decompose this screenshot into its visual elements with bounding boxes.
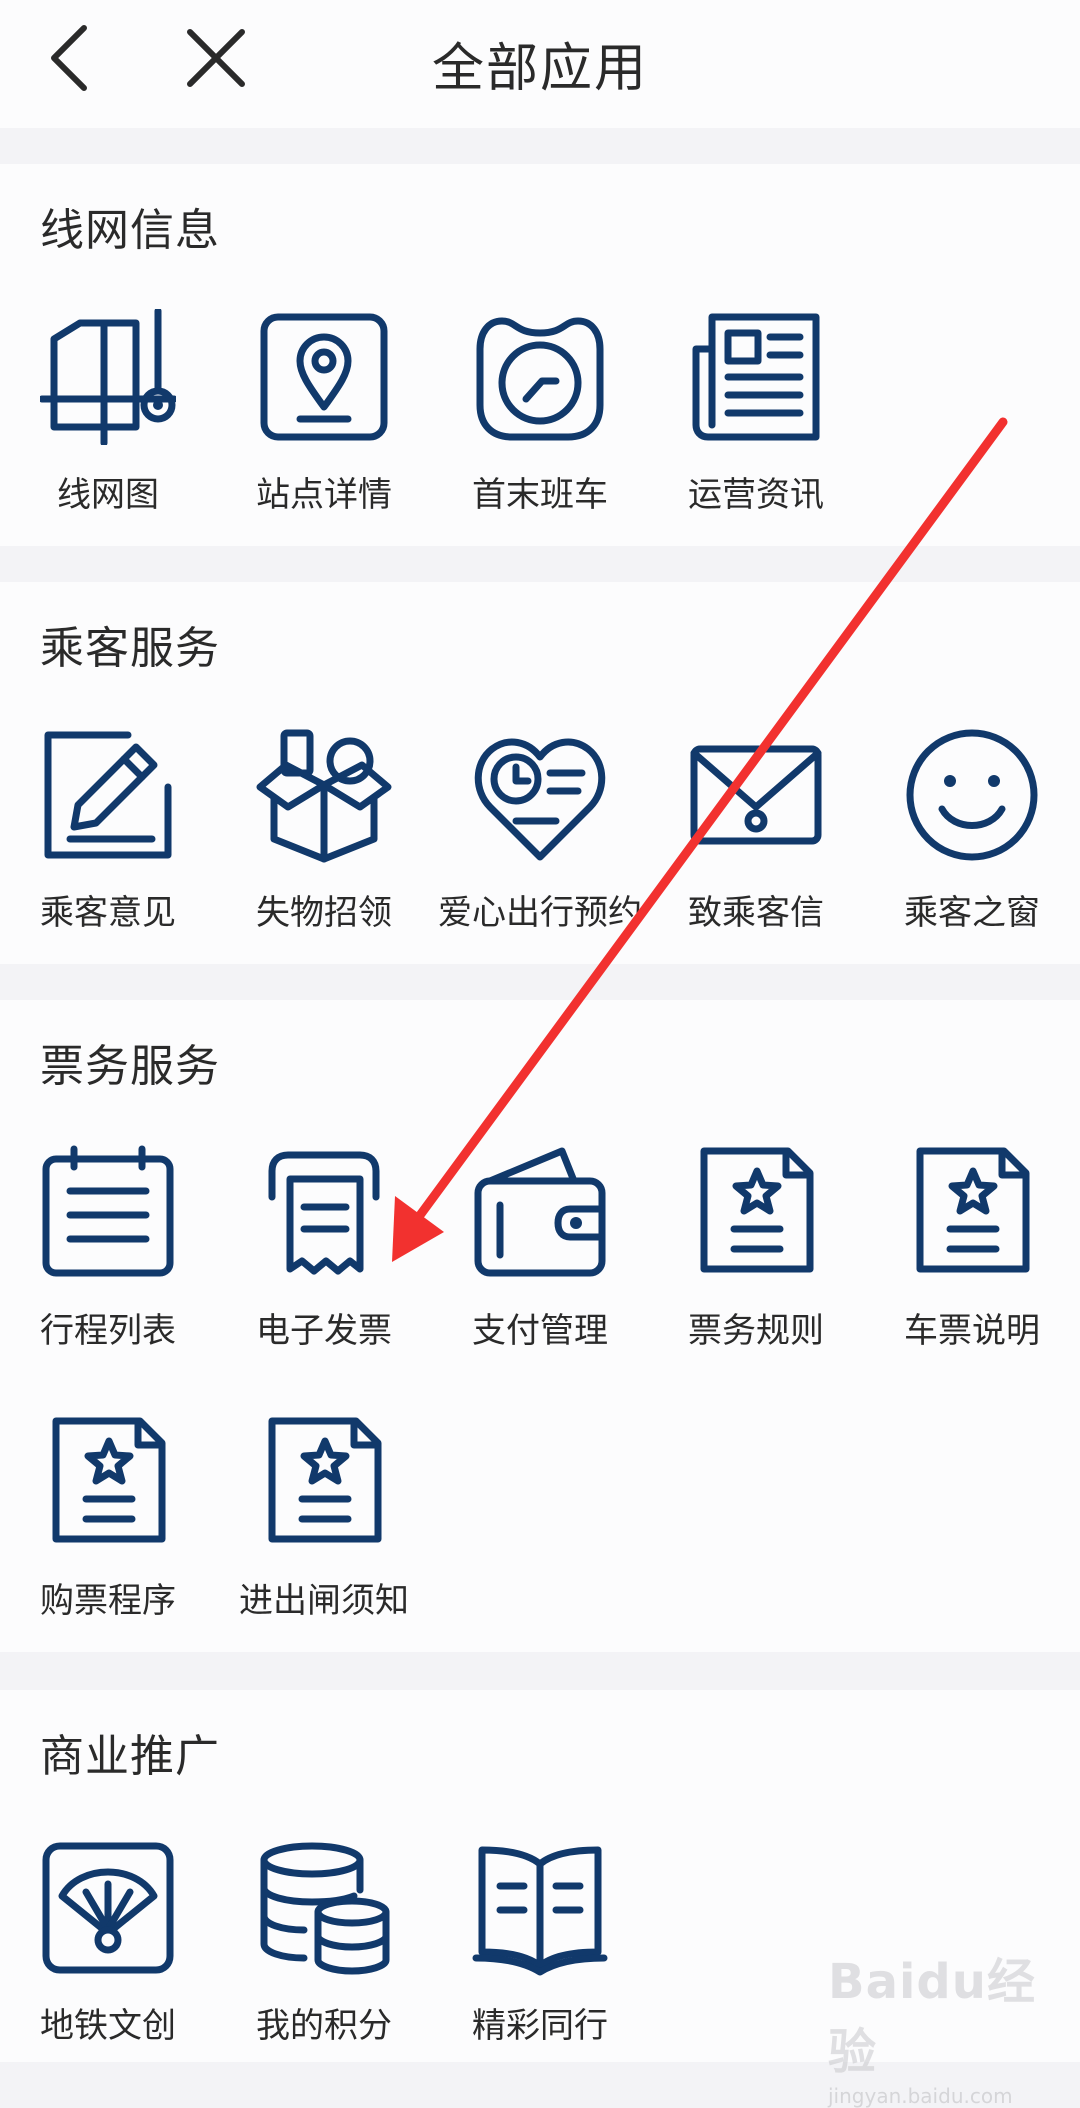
star-document-icon: [268, 1417, 382, 1543]
app-label: 线网图: [57, 475, 159, 515]
app-ticket-instructions[interactable]: 车票说明: [864, 1145, 1080, 1375]
app-purchase-procedure[interactable]: 购票程序: [0, 1415, 216, 1645]
calendar-list-icon: [42, 1145, 174, 1277]
app-label: 车票说明: [904, 1311, 1040, 1351]
app-first-last-train[interactable]: 首末班车: [432, 309, 648, 539]
app-label: 爱心出行预约: [438, 893, 642, 933]
watermark-url: jingyan.baidu.com: [828, 2084, 1013, 2108]
section-ticket-service: 票务服务 行程列表 电子发票 支付管理 票务规则 车票说明 购票程序 进出闸须知: [0, 1000, 1080, 1652]
app-label: 乘客之窗: [904, 893, 1040, 933]
top-bar: 全部应用: [0, 0, 1080, 128]
watermark-logo-text: Baidu经验: [828, 1954, 1036, 2080]
heart-clock-icon: [474, 738, 606, 861]
network-map-icon: [40, 309, 176, 445]
watermark: Baidu经验 jingyan.baidu.com: [828, 1942, 1068, 2108]
app-gate-notice[interactable]: 进出闸须知: [216, 1415, 432, 1645]
section-network-info: 线网信息 线网图 站点详情 首末班车 运营资讯: [0, 164, 1080, 546]
app-label: 运营资讯: [688, 475, 824, 515]
app-label: 失物招领: [256, 893, 392, 933]
smiley-icon: [906, 729, 1038, 861]
star-document-icon: [700, 1147, 814, 1273]
fan-icon: [42, 1842, 174, 1974]
app-label: 地铁文创: [40, 2006, 176, 2046]
app-operation-news[interactable]: 运营资讯: [648, 309, 864, 539]
edit-icon: [44, 731, 172, 859]
section-passenger-service: 乘客服务 乘客意见 失物招领 爱心出行预约 致乘客信 乘客之窗: [0, 582, 1080, 964]
app-label: 我的积分: [256, 2006, 392, 2046]
receipt-icon: [268, 1151, 380, 1275]
section-title: 乘客服务: [40, 623, 220, 674]
star-document-icon: [916, 1147, 1030, 1273]
app-e-invoice[interactable]: 电子发票: [216, 1145, 432, 1375]
section-title: 线网信息: [40, 205, 220, 256]
app-payment-management[interactable]: 支付管理: [432, 1145, 648, 1375]
app-label: 站点详情: [256, 475, 392, 515]
app-letter-to-passengers[interactable]: 致乘客信: [648, 727, 864, 957]
section-title: 商业推广: [40, 1731, 220, 1782]
clock-icon: [476, 317, 604, 441]
section-title: 票务服务: [40, 1041, 220, 1092]
app-label: 精彩同行: [472, 2006, 608, 2046]
station-pin-icon: [260, 313, 388, 441]
app-ticket-rules[interactable]: 票务规则: [648, 1145, 864, 1375]
app-label: 致乘客信: [688, 893, 824, 933]
newspaper-icon: [692, 313, 820, 441]
app-label: 购票程序: [40, 1581, 176, 1621]
app-wonderful-journey[interactable]: 精彩同行: [432, 1840, 648, 2070]
app-passenger-feedback[interactable]: 乘客意见: [0, 727, 216, 957]
box-icon: [256, 729, 392, 863]
book-icon: [472, 1846, 608, 1976]
app-label: 首末班车: [472, 475, 608, 515]
app-label: 行程列表: [40, 1311, 176, 1351]
app-label: 进出闸须知: [239, 1581, 409, 1621]
database-icon: [260, 1842, 390, 1975]
wallet-icon: [474, 1147, 606, 1277]
app-lost-and-found[interactable]: 失物招领: [216, 727, 432, 957]
star-document-icon: [52, 1417, 166, 1543]
app-label: 电子发票: [256, 1311, 392, 1351]
app-passenger-window[interactable]: 乘客之窗: [864, 727, 1080, 957]
app-trip-list[interactable]: 行程列表: [0, 1145, 216, 1375]
app-station-detail[interactable]: 站点详情: [216, 309, 432, 539]
page-title: 全部应用: [431, 39, 648, 99]
app-care-travel-booking[interactable]: 爱心出行预约: [432, 727, 648, 957]
app-label: 支付管理: [472, 1311, 608, 1351]
envelope-icon: [690, 745, 822, 845]
app-network-map[interactable]: 线网图: [0, 309, 216, 539]
app-my-points[interactable]: 我的积分: [216, 1840, 432, 2070]
app-metro-creative[interactable]: 地铁文创: [0, 1840, 216, 2070]
app-label: 乘客意见: [40, 893, 176, 933]
app-label: 票务规则: [688, 1311, 824, 1351]
